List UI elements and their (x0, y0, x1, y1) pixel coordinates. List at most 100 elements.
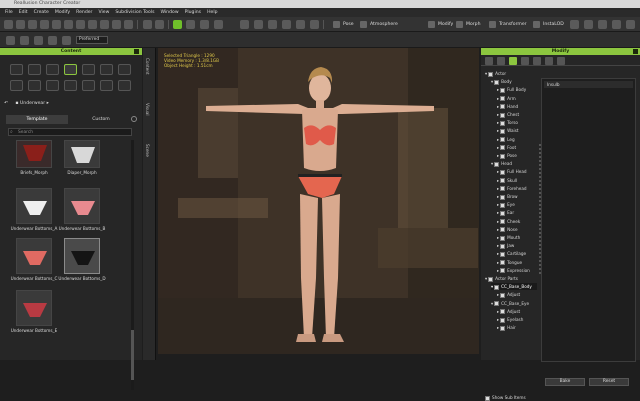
tree-row[interactable]: ▸ Expression (497, 267, 537, 274)
content-scrollbar[interactable] (131, 140, 134, 390)
headshot-icon[interactable] (584, 20, 593, 29)
menu-file[interactable]: File (5, 8, 13, 17)
tree-row[interactable]: ▸ Foot (497, 144, 537, 151)
save-icon[interactable] (28, 20, 37, 29)
thumb-underwear-bottoms-e[interactable] (16, 290, 52, 326)
checkbox-icon[interactable] (494, 301, 500, 307)
tab-custom[interactable]: Custom (70, 115, 132, 124)
pose-button[interactable]: Pose (333, 20, 354, 29)
menu-plugins[interactable]: Plugins (185, 8, 201, 17)
morph-item[interactable]: Insulb (544, 81, 633, 88)
checkbox-icon[interactable] (500, 178, 506, 184)
category-bag-icon[interactable] (64, 80, 77, 91)
checkbox-icon[interactable] (500, 227, 506, 233)
splitter-handle[interactable] (539, 144, 541, 274)
chevron-down-icon[interactable]: ▾ (485, 71, 487, 76)
checkbox-icon[interactable] (488, 276, 494, 282)
breadcrumb-underwear[interactable]: Underwear (20, 101, 45, 106)
tree-row[interactable]: ▸ Brow (497, 193, 537, 200)
new-icon[interactable] (4, 20, 13, 29)
attribute-tab-icon[interactable] (485, 57, 493, 65)
tree-row[interactable]: ▾ Body (491, 78, 537, 85)
category-underwear-icon[interactable] (64, 64, 77, 75)
chevron-right-icon[interactable]: ▸ (497, 104, 499, 109)
material-tab-icon[interactable] (497, 57, 505, 65)
checkbox-icon[interactable] (500, 235, 506, 241)
chevron-right-icon[interactable]: ▸ (497, 153, 499, 158)
light-icon[interactable] (100, 20, 109, 29)
settings-icon[interactable] (131, 116, 137, 122)
thumb-briefs-morph[interactable] (16, 140, 52, 168)
pivot-icon[interactable] (268, 20, 277, 29)
checkbox-icon[interactable] (500, 128, 506, 134)
scrollbar-thumb[interactable] (131, 330, 134, 380)
move-icon[interactable] (186, 20, 195, 29)
tree-row[interactable]: ▸ Torso (497, 119, 537, 126)
chevron-right-icon[interactable]: ▸ (497, 227, 499, 232)
chevron-right-icon[interactable]: ▸ (497, 87, 499, 92)
checkbox-icon[interactable] (500, 210, 506, 216)
checkbox-icon[interactable] (500, 96, 506, 102)
checkbox-icon[interactable] (500, 325, 506, 331)
chevron-right-icon[interactable]: ▸ (497, 145, 499, 150)
chevron-right-icon[interactable]: ▸ (497, 202, 499, 207)
checkbox-icon[interactable] (500, 292, 506, 298)
checkbox-icon[interactable] (500, 194, 506, 200)
category-shirt-icon[interactable] (10, 64, 23, 75)
menu-subdivision-tools[interactable]: Subdivision Tools (115, 8, 154, 17)
thumb-underwear-bottoms-d[interactable] (64, 238, 100, 274)
tree-row[interactable]: ▾ Actor (485, 70, 537, 77)
chevron-right-icon[interactable]: ▸ (497, 128, 499, 133)
tree-row[interactable]: ▸ Full Body (497, 86, 537, 93)
chevron-right-icon[interactable]: ▸ (497, 137, 499, 142)
chevron-right-icon[interactable]: ▸ (497, 325, 499, 330)
align-icon[interactable] (254, 20, 263, 29)
physics-tab-icon[interactable] (545, 57, 553, 65)
select-icon[interactable] (173, 20, 182, 29)
tree-row[interactable]: ▸ Cheek (497, 218, 537, 225)
search-input[interactable]: Search (8, 128, 132, 136)
tree-row[interactable]: ▾ Actor Parts (485, 275, 537, 282)
thumb-underwear-bottoms-b[interactable] (64, 188, 100, 224)
chevron-down-icon[interactable]: ▾ (491, 161, 493, 166)
chevron-down-icon[interactable]: ▾ (491, 79, 493, 84)
tree-row[interactable]: ▸ Adjust (497, 308, 537, 315)
tree-row[interactable]: ▸ Skull (497, 177, 537, 184)
menu-create[interactable]: Create (34, 8, 49, 17)
checkbox-icon[interactable] (494, 161, 500, 167)
checkbox-icon[interactable] (500, 120, 506, 126)
category-glasses-icon[interactable] (28, 80, 41, 91)
chevron-right-icon[interactable]: ▸ (497, 178, 499, 183)
undo-icon[interactable] (143, 20, 152, 29)
texture-tab-icon[interactable] (533, 57, 541, 65)
motion-tab-icon[interactable] (557, 57, 565, 65)
tree-row[interactable]: ▸ Arm (497, 95, 537, 102)
chevron-down-icon[interactable]: ▾ (491, 301, 493, 306)
open-icon[interactable] (16, 20, 25, 29)
checkbox-icon[interactable] (500, 251, 506, 257)
menu-view[interactable]: View (98, 8, 109, 17)
reset-button[interactable]: Reset (589, 378, 629, 386)
checkbox-icon[interactable] (494, 79, 500, 85)
redo-icon[interactable] (155, 20, 164, 29)
props-icon[interactable] (88, 20, 97, 29)
scale-icon[interactable] (214, 20, 223, 29)
show-sub-items-checkbox[interactable]: Show Sub Items (485, 395, 526, 401)
chevron-right-icon[interactable]: ▸ (497, 235, 499, 240)
checkbox-icon[interactable] (500, 186, 506, 192)
rotate-icon[interactable] (200, 20, 209, 29)
menu-render[interactable]: Render (76, 8, 92, 17)
chevron-down-icon[interactable]: ▾ (491, 284, 493, 289)
checkbox-icon[interactable] (500, 153, 506, 159)
menu-edit[interactable]: Edit (19, 8, 28, 17)
chevron-right-icon[interactable]: ▸ (497, 292, 499, 297)
tree-row[interactable]: ▸ Ear (497, 209, 537, 216)
checkbox-icon[interactable] (500, 202, 506, 208)
instalod-button[interactable]: InstaLOD (533, 20, 564, 29)
menu-modify[interactable]: Modify (55, 8, 70, 17)
tree-row[interactable]: ▸ Hair (497, 324, 537, 331)
chevron-right-icon[interactable]: ▸ (497, 317, 499, 322)
camera-icon[interactable] (112, 20, 121, 29)
import-icon[interactable] (40, 20, 49, 29)
tree-row[interactable]: ▾ CC_Base_Body (491, 283, 537, 291)
